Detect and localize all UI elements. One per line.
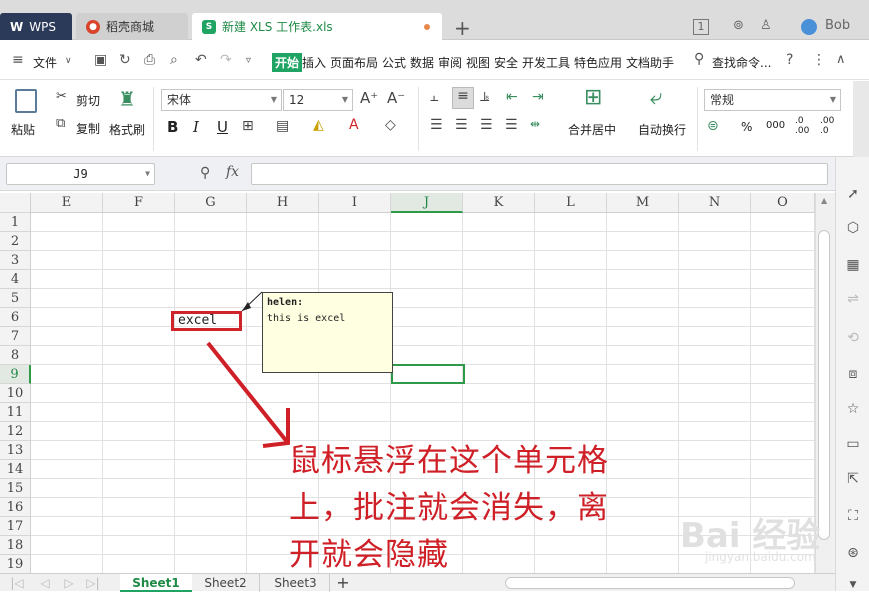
annotation-arrow-shaft (206, 341, 290, 445)
baidu-watermark-url: jingyan.baidu.com (705, 550, 816, 564)
annotation-line-1: 鼠标悬浮在这个单元格 (289, 443, 609, 479)
annotation-line-3: 开就会隐藏 (289, 537, 449, 573)
annotation-text: 鼠标悬浮在这个单元格 上，批注就会消失，离 开就会隐藏 (289, 438, 689, 579)
annotation-line-2: 上，批注就会消失，离 (289, 490, 609, 526)
